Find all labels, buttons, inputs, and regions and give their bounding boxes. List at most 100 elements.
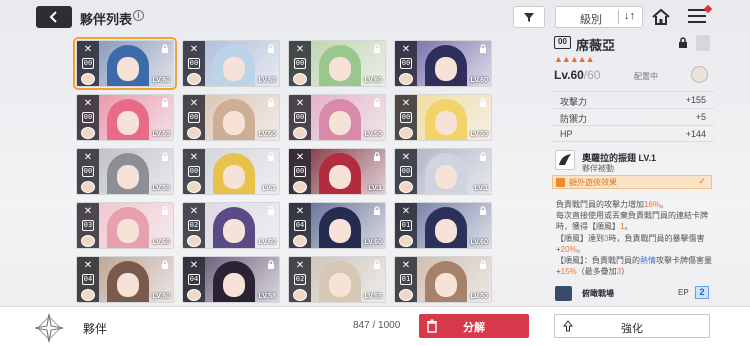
character-face bbox=[223, 273, 245, 297]
stat-row-hp: HP +144 bbox=[552, 125, 714, 142]
level-max: /60 bbox=[583, 68, 601, 82]
partner-chibi-icon bbox=[81, 181, 95, 193]
character-card[interactable]: ✕ 00 LV.1 bbox=[288, 148, 386, 195]
character-card[interactable]: ✕ 00 LV.1 bbox=[182, 148, 280, 195]
lock-icon bbox=[480, 260, 486, 269]
lock-icon bbox=[268, 152, 274, 161]
stat-value: +144 bbox=[685, 129, 706, 139]
partner-chibi-icon bbox=[293, 127, 307, 139]
home-icon[interactable] bbox=[651, 7, 671, 27]
character-face bbox=[329, 165, 351, 189]
bonus-effect-bar[interactable]: 額外遊俠效果 ✓ bbox=[552, 175, 712, 189]
back-button[interactable] bbox=[36, 6, 72, 28]
filter-button[interactable] bbox=[513, 6, 545, 28]
footer-title: 夥伴 bbox=[83, 322, 108, 336]
desc-text: ） bbox=[621, 267, 630, 277]
back-arrow-icon bbox=[49, 11, 57, 23]
character-card[interactable]: ✕ 00 LV.50 bbox=[76, 148, 174, 195]
menu-icon[interactable] bbox=[688, 9, 706, 25]
partner-chibi-icon bbox=[399, 181, 413, 193]
character-card[interactable]: ✕ 04 LV.58 bbox=[182, 256, 280, 303]
partner-chibi-icon bbox=[399, 235, 413, 247]
partner-chibi-icon bbox=[293, 289, 307, 301]
character-card[interactable]: ✕ 02 LV.60 bbox=[182, 202, 280, 249]
partner-chibi-icon bbox=[399, 73, 413, 85]
character-card[interactable]: ✕ 01 LV.50 bbox=[394, 256, 492, 303]
sort-divider bbox=[618, 10, 619, 24]
level-label: LV.50 bbox=[470, 293, 488, 300]
character-card[interactable]: ✕ 00 LV.60 bbox=[288, 40, 386, 87]
desc-value: 15% bbox=[560, 267, 577, 277]
desc-text: 。 bbox=[576, 244, 585, 254]
character-card[interactable]: ✕ 02 LV.55 bbox=[288, 256, 386, 303]
character-name: 席薇亞 bbox=[576, 38, 616, 53]
partner-chibi-icon bbox=[187, 235, 201, 247]
class-icon: ✕ bbox=[401, 260, 411, 271]
lock-icon bbox=[374, 152, 380, 161]
stat-label: 防禦力 bbox=[560, 114, 588, 124]
class-icon: ✕ bbox=[295, 98, 305, 109]
class-icon: ✕ bbox=[295, 152, 305, 163]
character-card[interactable]: ✕ 00 LV.50 bbox=[182, 94, 280, 141]
character-face bbox=[435, 165, 457, 189]
character-card[interactable]: ✕ 00 LV.60 bbox=[76, 94, 174, 141]
character-face bbox=[117, 111, 139, 135]
rank-badge: 00 bbox=[188, 112, 200, 123]
rank-badge: 02 bbox=[294, 274, 306, 285]
character-card[interactable]: ✕ 00 LV.60 bbox=[182, 40, 280, 87]
enhance-button[interactable]: 強化 bbox=[554, 314, 710, 338]
level-label: LV.1 bbox=[262, 185, 276, 192]
character-card[interactable]: ✕ 01 LV.60 bbox=[394, 202, 492, 249]
partner-chibi-icon bbox=[187, 127, 201, 139]
level-label: LV.60 bbox=[258, 77, 276, 84]
assigned-avatar[interactable] bbox=[691, 66, 708, 83]
character-card[interactable]: ✕ 00 LV.50 bbox=[394, 94, 492, 141]
character-face bbox=[329, 57, 351, 81]
character-face bbox=[329, 219, 351, 243]
trash-icon[interactable] bbox=[696, 35, 710, 51]
skill-icon[interactable] bbox=[555, 150, 575, 170]
info-icon[interactable]: i bbox=[133, 10, 144, 21]
bottom-bar: 夥伴 847 / 1000 分解 強化 bbox=[0, 306, 750, 346]
character-card[interactable]: ✕ 04 LV.60 bbox=[288, 202, 386, 249]
rank-badge: 04 bbox=[188, 274, 200, 285]
lock-icon bbox=[268, 44, 274, 53]
inventory-count: 847 / 1000 bbox=[353, 320, 401, 331]
sub-skill-row[interactable]: 俯瞰戰場 EP 2 bbox=[552, 285, 714, 303]
desc-value: 20% bbox=[560, 244, 577, 254]
sort-order-icon[interactable]: ↓↑ bbox=[624, 10, 635, 22]
class-icon: ✕ bbox=[189, 152, 199, 163]
level-label: LV.1 bbox=[474, 185, 488, 192]
character-face bbox=[117, 219, 139, 243]
battlefield-icon bbox=[555, 286, 572, 301]
lock-icon[interactable] bbox=[678, 37, 688, 49]
class-icon: ✕ bbox=[189, 260, 199, 271]
rank-badge: 00 bbox=[82, 112, 94, 123]
level-label: LV.60 bbox=[152, 77, 170, 84]
character-face bbox=[435, 57, 457, 81]
lock-icon bbox=[374, 44, 380, 53]
character-card[interactable]: ✕ 00 LV.50 bbox=[288, 94, 386, 141]
level-label: LV.50 bbox=[470, 131, 488, 138]
character-card[interactable]: ✕ 00 LV.60 bbox=[73, 37, 177, 90]
character-card[interactable]: ✕ 03 LV.60 bbox=[76, 202, 174, 249]
star-rating: ▲▲▲▲▲ bbox=[554, 54, 595, 64]
lock-icon bbox=[480, 152, 486, 161]
character-card[interactable]: ✕ 00 LV.60 bbox=[394, 40, 492, 87]
character-face bbox=[223, 165, 245, 189]
rank-badge: 00 bbox=[294, 58, 306, 69]
sort-label: 級別 bbox=[580, 14, 602, 26]
dismantle-button[interactable]: 分解 bbox=[419, 314, 529, 338]
partner-chibi-icon bbox=[293, 181, 307, 193]
character-card[interactable]: ✕ 04 LV.60 bbox=[76, 256, 174, 303]
character-card[interactable]: ✕ 00 LV.1 bbox=[394, 148, 492, 195]
stat-row-defense: 防禦力 +5 bbox=[552, 108, 714, 125]
class-icon: ✕ bbox=[83, 98, 93, 109]
sort-select[interactable]: 級別 ↓↑ bbox=[555, 6, 643, 28]
top-bar: 夥伴列表 i 級別 ↓↑ bbox=[0, 0, 750, 34]
rank-badge: 00 bbox=[294, 112, 306, 123]
class-icon: ✕ bbox=[83, 260, 93, 271]
rank-badge: 01 bbox=[400, 220, 412, 231]
rank-badge: 01 bbox=[400, 274, 412, 285]
desc-text: 。 bbox=[660, 200, 669, 209]
